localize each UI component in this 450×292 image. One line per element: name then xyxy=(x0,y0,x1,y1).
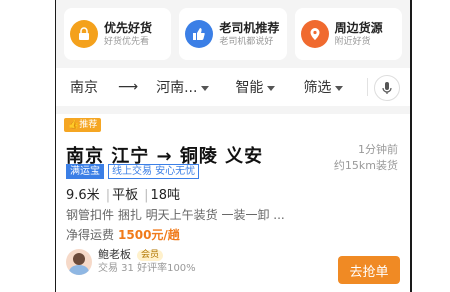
card-driver-recommend[interactable]: 老司机推荐 老司机都说好 xyxy=(179,8,287,60)
shipper-info[interactable]: 鲍老板 会员 交易 31 好评率100% xyxy=(66,248,196,276)
phone-frame-right xyxy=(410,0,412,292)
divider: | xyxy=(144,188,149,203)
time-distance: 1分钟前 约15km装货 xyxy=(334,142,398,174)
time-ago: 1分钟前 xyxy=(358,143,398,156)
chevron-down-icon xyxy=(267,85,276,91)
spec-length: 9.6米 xyxy=(66,188,100,203)
filter-bar: 南京 ⟶ 河南... 智能 筛选 xyxy=(56,68,410,106)
card-title: 周边货源 xyxy=(334,21,383,35)
feature-cards: 优先好货 好货优先看 老司机推荐 老司机都说好 周边货源 附近好货 xyxy=(64,8,402,60)
microphone-icon[interactable] xyxy=(374,75,400,101)
sort-select[interactable]: 智能 xyxy=(235,77,276,97)
sort-label: 智能 xyxy=(235,80,264,96)
pickup-distance: 约15km装货 xyxy=(333,159,398,172)
filter-label: 筛选 xyxy=(303,80,332,96)
avatar xyxy=(66,249,92,275)
spec-type: 平板 xyxy=(112,188,139,203)
card-title: 老司机推荐 xyxy=(219,21,280,35)
card-subtitle: 好货优先看 xyxy=(104,37,150,47)
card-title: 优先好货 xyxy=(104,21,153,35)
tag-manyunbao: 满运宝 xyxy=(66,164,104,179)
shipper-stats: 交易 31 好评率100% xyxy=(98,263,196,274)
cargo-listing-card[interactable]: 👍推荐 南京 江宁 → 铜陵 义安 1分钟前 约15km装货 满运宝 线上交易 … xyxy=(56,114,410,292)
vehicle-specs: 9.6米 | 平板 | 18吨 xyxy=(66,184,184,203)
route-arrow-icon: ⟶ xyxy=(118,79,139,95)
map-pin-icon xyxy=(300,20,329,48)
origin-select[interactable]: 南京 xyxy=(70,77,98,97)
app-screen: 优先好货 好货优先看 老司机推荐 老司机都说好 周边货源 附近好货 南京 ⟶ 河… xyxy=(56,0,410,292)
divider: | xyxy=(105,188,111,203)
tag-list: 满运宝 线上交易 安心无忧 xyxy=(66,164,200,179)
card-priority-goods[interactable]: 优先好货 好货优先看 xyxy=(64,8,172,60)
shipper-name: 鲍老板 xyxy=(98,248,131,261)
fee-value: 1500元/趟 xyxy=(118,228,180,242)
chevron-down-icon xyxy=(335,85,344,91)
thumbs-up-icon: 👍 xyxy=(68,120,80,130)
tag-online-trade: 线上交易 安心无忧 xyxy=(108,164,200,179)
card-nearby-goods[interactable]: 周边货源 附近好货 xyxy=(294,8,402,60)
destination-select[interactable]: 河南... xyxy=(156,77,210,97)
card-subtitle: 附近好货 xyxy=(334,37,371,47)
spec-weight: 18吨 xyxy=(150,188,181,203)
lock-icon xyxy=(70,20,98,48)
grab-order-button[interactable]: 去抢单 xyxy=(338,256,400,284)
thumbs-up-icon xyxy=(185,20,214,48)
chevron-down-icon xyxy=(201,85,210,91)
filter-select[interactable]: 筛选 xyxy=(303,77,344,97)
cargo-description: 钢管扣件 捆扎 明天上午装货 一装一卸 ... xyxy=(66,208,285,222)
fee-label: 净得运费 xyxy=(66,228,115,242)
recommend-badge: 👍推荐 xyxy=(64,118,102,132)
card-subtitle: 老司机都说好 xyxy=(219,37,274,47)
divider xyxy=(367,78,368,96)
origin-label: 南京 xyxy=(70,80,98,96)
badge-label: 推荐 xyxy=(79,120,98,130)
freight-fee: 净得运费 1500元/趟 xyxy=(66,226,180,243)
member-badge: 会员 xyxy=(137,249,164,261)
destination-label: 河南... xyxy=(156,80,198,96)
